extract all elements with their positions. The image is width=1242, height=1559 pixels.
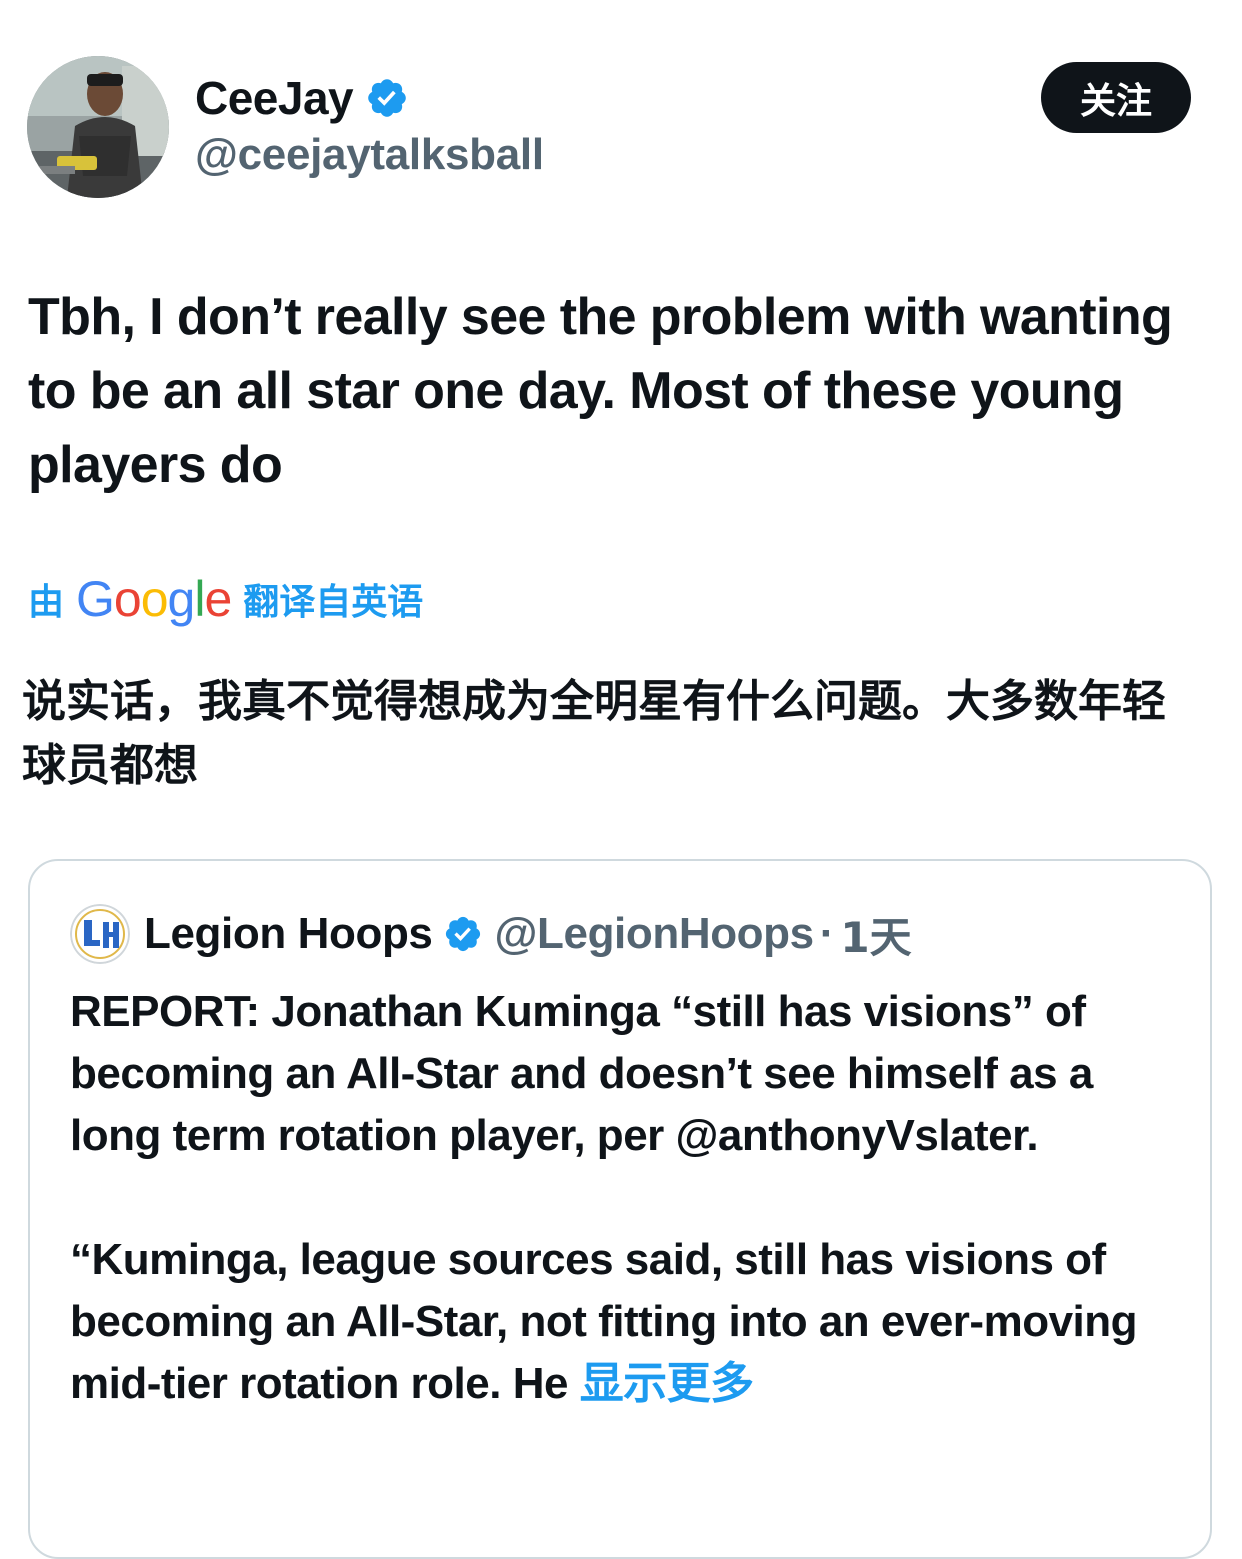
quoted-separator: · bbox=[819, 909, 835, 958]
quoted-tweet-text: REPORT: Jonathan Kuminga “still has visi… bbox=[70, 981, 1180, 1415]
quoted-paragraph: REPORT: Jonathan Kuminga “still has visi… bbox=[70, 987, 1093, 1160]
quoted-handle[interactable]: @LegionHoops bbox=[495, 909, 815, 959]
verified-badge-icon bbox=[368, 79, 406, 117]
quoted-tweet-header: Legion Hoops @LegionHoops · 1天 bbox=[70, 903, 912, 965]
author-display-name[interactable]: CeeJay bbox=[195, 71, 354, 125]
author-avatar[interactable] bbox=[27, 56, 169, 198]
quoted-tweet-card[interactable]: Legion Hoops @LegionHoops · 1天 REPORT: J… bbox=[28, 859, 1212, 1559]
quoted-timestamp[interactable]: 1天 bbox=[840, 904, 911, 965]
tweet-header: CeeJay @ceejaytalksball 关注 bbox=[0, 0, 1242, 230]
legion-hoops-logo bbox=[70, 904, 130, 964]
quoted-display-name[interactable]: Legion Hoops bbox=[144, 909, 433, 959]
show-more-link[interactable]: 显示更多 bbox=[580, 1358, 755, 1409]
user-avatar-photo bbox=[27, 56, 169, 198]
translated-text: 说实话，我真不觉得想成为全明星有什么问题。大多数年轻球员都想 bbox=[22, 676, 1166, 791]
tweet-text: Tbh, I don’t really see the problem with… bbox=[28, 288, 1173, 494]
translation-prefix: 由 bbox=[28, 582, 65, 623]
author-name-row: CeeJay bbox=[195, 70, 409, 126]
quoted-verified-badge-icon bbox=[445, 916, 480, 952]
translation-attribution[interactable]: 由 Google 翻译自英语 bbox=[28, 566, 423, 632]
quoted-paragraph-last: “Kuminga, league sources said, still has… bbox=[70, 1229, 1180, 1415]
translation-suffix: 翻译自英语 bbox=[243, 582, 424, 623]
follow-button[interactable]: 关注 bbox=[1041, 62, 1191, 133]
google-logo: Google bbox=[76, 571, 232, 627]
author-handle[interactable]: @ceejaytalksball bbox=[195, 130, 544, 180]
